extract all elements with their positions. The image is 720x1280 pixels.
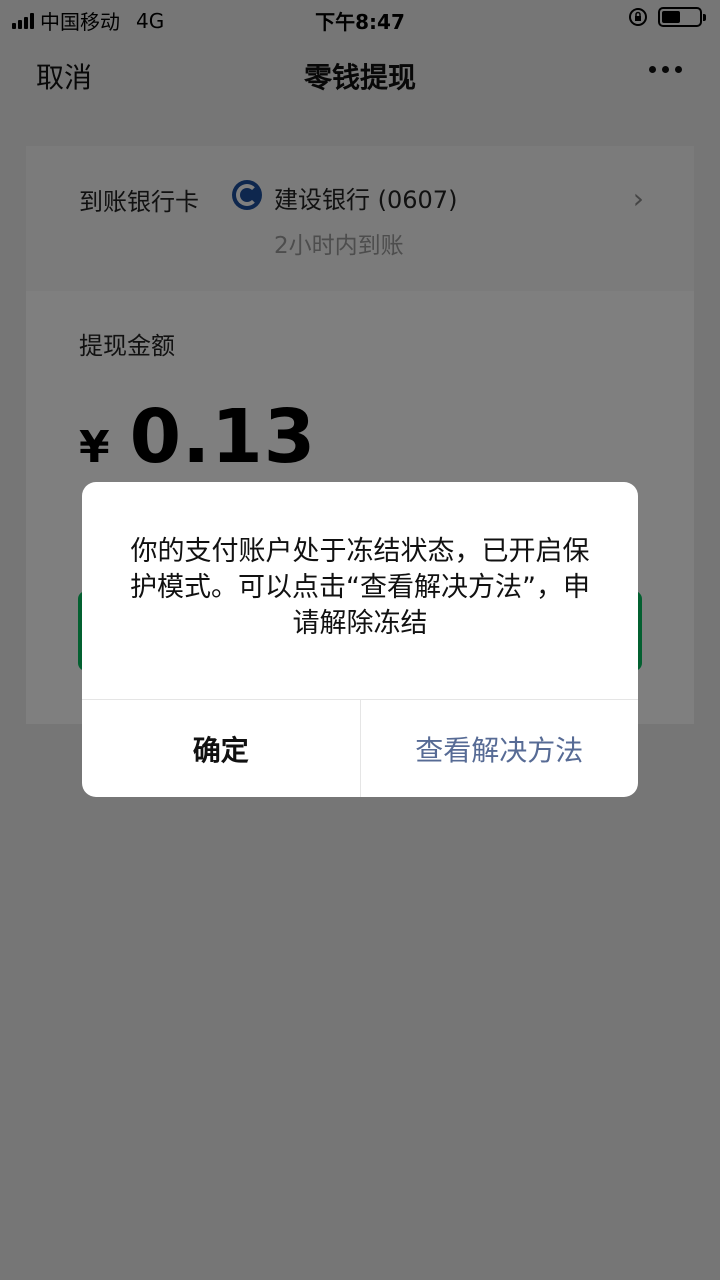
dialog-buttons: 确定 查看解决方法 [82, 700, 638, 797]
frozen-account-dialog: 你的支付账户处于冻结状态，已开启保护模式。可以点击“查看解决方法”，申请解除冻结… [82, 482, 638, 797]
confirm-button[interactable]: 确定 [82, 700, 361, 797]
withdraw-screen: 中国移动 4G 下午8:47 取消 零钱提现 到账银行卡 建设银行 (0607)… [0, 0, 720, 1280]
dialog-message: 你的支付账户处于冻结状态，已开启保护模式。可以点击“查看解决方法”，申请解除冻结 [130, 536, 590, 639]
view-solution-button[interactable]: 查看解决方法 [361, 700, 639, 797]
